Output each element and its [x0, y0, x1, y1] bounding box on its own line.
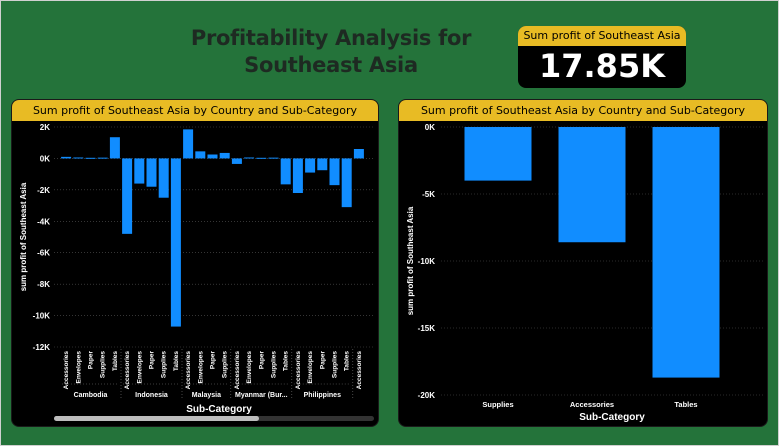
bar[interactable]	[158, 158, 169, 198]
report-title: Profitability Analysis for Southeast Asi…	[181, 25, 481, 79]
x-tick-label: Envelopes	[75, 351, 82, 384]
x-tick-label: Supplies	[271, 351, 278, 378]
group-label: Indonesia	[135, 392, 168, 399]
x-tick-label: Accessories	[124, 351, 131, 390]
bar[interactable]	[183, 129, 194, 159]
y-tick-label: -4K	[37, 217, 50, 226]
x-tick-label: Supplies	[482, 400, 513, 409]
scrollbar-thumb[interactable]	[54, 416, 259, 421]
right-chart-panel[interactable]: Sum profit of Southeast Asia by Country …	[398, 99, 768, 427]
bar[interactable]	[329, 158, 340, 186]
x-tick-label: Accessories	[185, 351, 192, 390]
x-tick-label: Paper	[210, 351, 217, 370]
bar[interactable]	[464, 127, 532, 181]
x-tick-label: Supplies	[161, 351, 168, 378]
x-tick-label: Accessories	[570, 400, 614, 409]
right-bar-chart[interactable]: 0K -5K -10K -15K -20K sum profit of Southeast…	[399, 100, 768, 427]
y-tick-label: -15K	[418, 324, 436, 333]
bar[interactable]	[97, 157, 108, 159]
x-axis-title: Sub-Category	[186, 404, 252, 415]
x-tick-label: Paper	[88, 351, 95, 370]
y-tick-label: 2K	[40, 123, 50, 132]
bar[interactable]	[170, 158, 181, 327]
x-tick-label: Paper	[149, 351, 156, 370]
report-title-line2: Southeast Asia	[244, 53, 418, 77]
x-tick-label: Supplies	[222, 351, 229, 378]
bar[interactable]	[280, 158, 291, 185]
x-tick-label: Envelopes	[246, 351, 253, 384]
y-tick-label: -6K	[37, 249, 50, 258]
y-tick-label: -12K	[33, 343, 51, 352]
bar[interactable]	[558, 127, 626, 243]
report-title-line1: Profitability Analysis for	[190, 26, 472, 50]
x-tick-label: Supplies	[332, 351, 339, 378]
x-tick-label: Envelopes	[136, 351, 143, 384]
bar[interactable]	[195, 151, 206, 159]
bar[interactable]	[292, 158, 303, 193]
x-tick-label: Supplies	[100, 351, 107, 378]
bar[interactable]	[219, 152, 230, 159]
x-tick-label: Accessories	[356, 351, 363, 390]
bar[interactable]	[268, 157, 279, 159]
y-axis-title: sum profit of Southeast Asia	[406, 206, 415, 315]
x-tick-label: Envelopes	[197, 351, 204, 384]
kpi-card-title: Sum profit of Southeast Asia	[518, 26, 686, 46]
y-tick-label: -8K	[37, 280, 50, 289]
bar[interactable]	[61, 156, 72, 159]
bar[interactable]	[353, 149, 364, 159]
x-axis-title: Sub-Category	[579, 412, 645, 423]
group-label: Philippines	[304, 392, 341, 399]
left-bar-chart[interactable]: 2K 0K -2K -4K -6K -8K -10K -12K sum profit of So…	[12, 100, 379, 427]
x-tick-label: Accessories	[63, 351, 70, 390]
y-tick-label: 0K	[40, 154, 50, 163]
x-tick-label: Accessories	[295, 351, 302, 390]
x-tick-label: Envelopes	[307, 351, 314, 384]
y-tick-label: -5K	[422, 190, 435, 199]
bar[interactable]	[317, 158, 328, 171]
x-tick-label: Paper	[258, 351, 265, 370]
report-canvas: Profitability Analysis for Southeast Asi…	[0, 0, 779, 446]
bar[interactable]	[134, 158, 145, 184]
x-tick-label: Tables	[344, 351, 351, 371]
kpi-card-value: 17.85K	[538, 47, 665, 85]
bar[interactable]	[652, 127, 720, 378]
y-tick-label: 0K	[425, 123, 435, 132]
y-axis-title: sum profit of Southeast Asia	[19, 182, 28, 291]
bar[interactable]	[256, 157, 267, 159]
bar[interactable]	[231, 158, 242, 164]
x-tick-label: Tables	[173, 351, 180, 371]
bar[interactable]	[305, 158, 316, 173]
bar[interactable]	[85, 157, 96, 159]
bar[interactable]	[109, 137, 120, 159]
left-chart-panel[interactable]: Sum profit of Southeast Asia by Country …	[11, 99, 379, 427]
bar[interactable]	[341, 158, 352, 208]
x-tick-label: Tables	[283, 351, 290, 371]
bar[interactable]	[122, 158, 133, 234]
bar[interactable]	[207, 154, 218, 159]
y-tick-label: -10K	[33, 312, 51, 321]
group-label: Malaysia	[192, 392, 221, 399]
bar[interactable]	[244, 157, 255, 159]
bar[interactable]	[73, 157, 84, 159]
horizontal-scrollbar[interactable]	[54, 416, 374, 421]
x-tick-label: Tables	[674, 400, 697, 409]
bar[interactable]	[146, 158, 157, 187]
group-label: Cambodia	[74, 392, 108, 399]
group-label: Myanmar (Bur...	[235, 392, 288, 399]
kpi-card[interactable]: Sum profit of Southeast Asia 17.85K	[518, 26, 686, 88]
y-tick-label: -2K	[37, 186, 50, 195]
y-tick-label: -20K	[418, 391, 436, 400]
x-tick-label: Tables	[112, 351, 119, 371]
x-tick-label: Paper	[319, 351, 326, 370]
y-tick-label: -10K	[418, 257, 436, 266]
x-tick-label: Accessories	[234, 351, 241, 390]
